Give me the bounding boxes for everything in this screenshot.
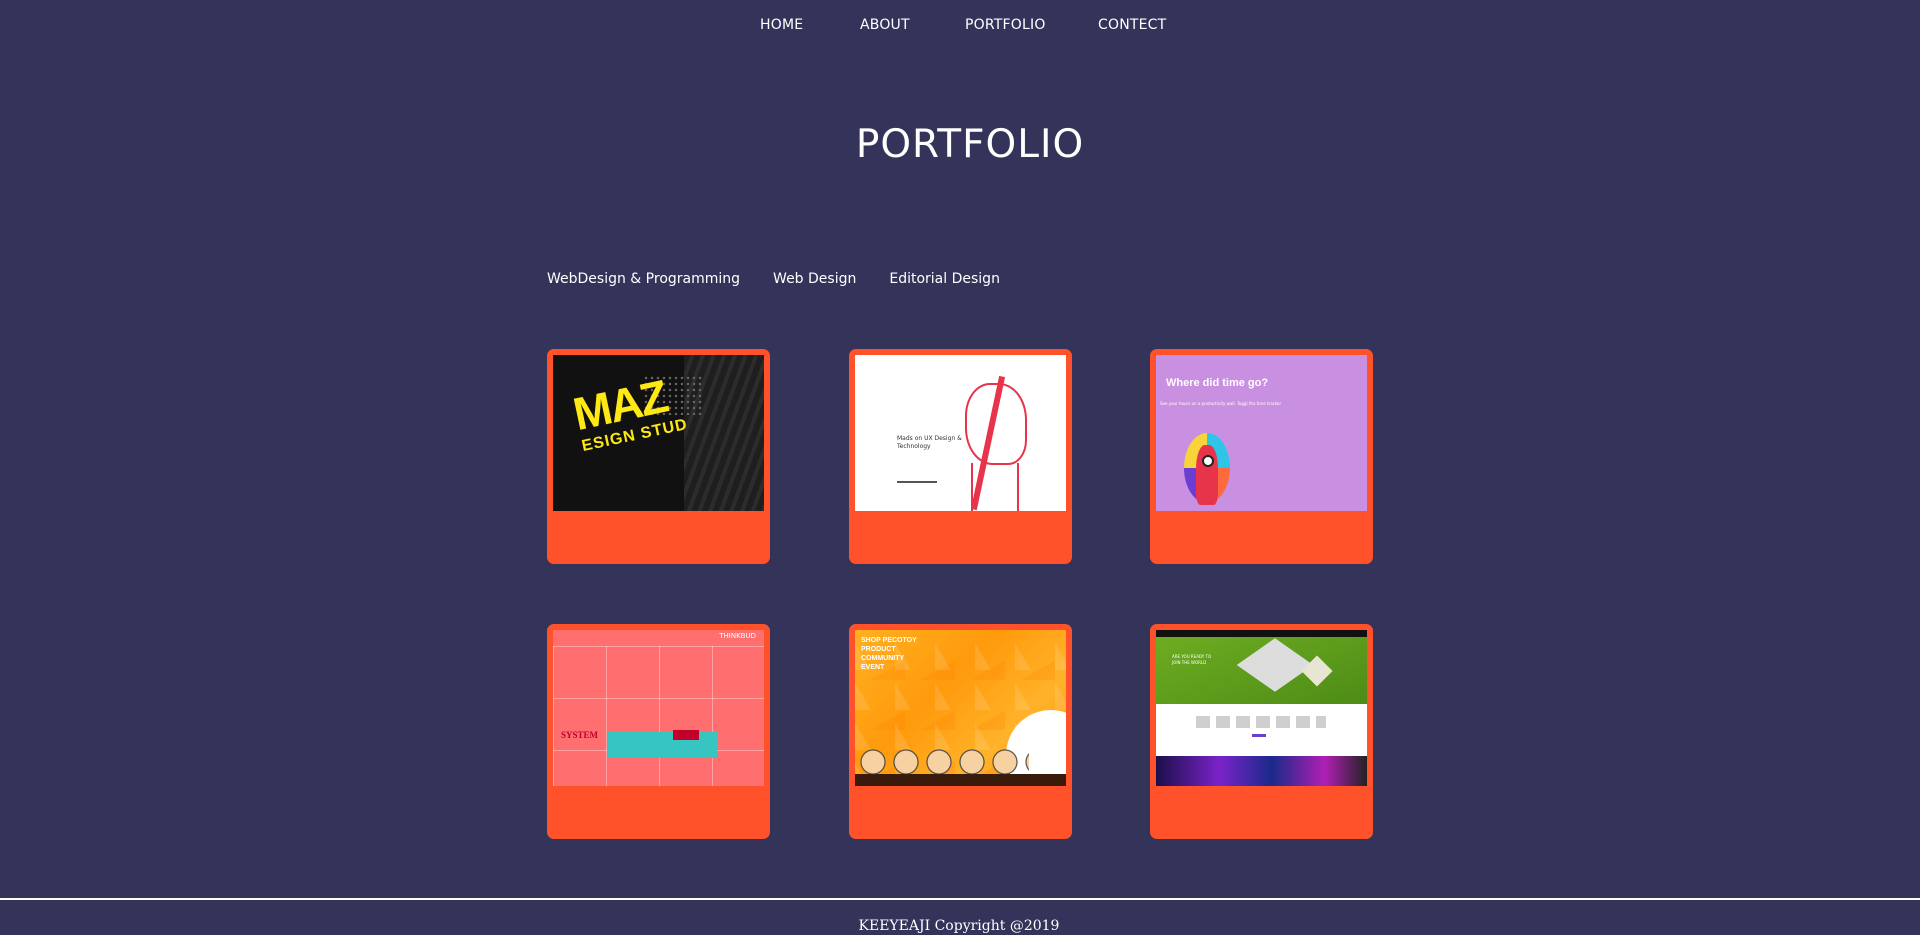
portfolio-thumbnail: MAZ ESIGN STUD: [553, 355, 764, 511]
neon-banner: [1156, 756, 1367, 786]
portfolio-thumbnail: Where did time go? See your hours on a p…: [1156, 355, 1367, 511]
site-header-bar: [1156, 630, 1367, 637]
thumb-subtitle: SYSTEM: [561, 730, 599, 740]
portfolio-thumbnail: SHOP PECOTOY PRODUCT COMMUNITY EVENT: [855, 630, 1066, 786]
filter-web-design[interactable]: Web Design: [773, 271, 856, 291]
portfolio-thumbnail: ARE YOU READY TO JOIN THE WORLD: [1156, 630, 1367, 786]
thumb-title: SHOP PECOTOY PRODUCT COMMUNITY EVENT: [861, 637, 917, 671]
nav-about-link[interactable]: ABOUT: [860, 17, 910, 33]
portfolio-card-time-go[interactable]: Where did time go? See your hours on a p…: [1150, 349, 1373, 564]
character-faces: [859, 748, 1029, 776]
filter-editorial-design[interactable]: Editorial Design: [889, 271, 1000, 291]
teal-banner: [607, 732, 717, 758]
mascot-illustration: [1196, 445, 1218, 505]
thumb-subtitle: See your hours on a productivity wall. T…: [1160, 401, 1282, 406]
portfolio-filter-bar: WebDesign & Programming Web Design Edito…: [547, 271, 1033, 291]
page-title: PORTFOLIO: [855, 122, 1085, 167]
mascot-eye: [1202, 455, 1214, 467]
progress-line: [897, 481, 937, 483]
thumb-title: ARE YOU READY TO JOIN THE WORLD: [1172, 654, 1212, 665]
top-nav: HOME ABOUT PORTFOLIO CONTECT: [0, 0, 1920, 52]
nav-contect-link[interactable]: CONTECT: [1098, 17, 1166, 33]
footer-divider: [0, 898, 1920, 900]
portfolio-thumbnail: THINKBUD SYSTEM: [553, 630, 764, 786]
portfolio-card-ux-design[interactable]: Mads on UX Design & Technology: [849, 349, 1072, 564]
nav-portfolio-link[interactable]: PORTFOLIO: [965, 17, 1046, 33]
portfolio-thumbnail: Mads on UX Design & Technology: [855, 355, 1066, 511]
portfolio-card-thinkbud[interactable]: THINKBUD SYSTEM: [547, 624, 770, 839]
portfolio-card-pecotoy[interactable]: SHOP PECOTOY PRODUCT COMMUNITY EVENT: [849, 624, 1072, 839]
thumb-title: Mads on UX Design & Technology: [897, 435, 962, 450]
nav-home-link[interactable]: HOME: [760, 17, 803, 33]
red-badge: [673, 730, 699, 740]
filter-webdesign-programming[interactable]: WebDesign & Programming: [547, 271, 740, 291]
footer-copyright: KEEYEAJI Copyright @2019: [858, 918, 1060, 934]
item-row: [1196, 716, 1326, 728]
thumb-title: Where did time go?: [1166, 377, 1269, 389]
portfolio-card-maz[interactable]: MAZ ESIGN STUD: [547, 349, 770, 564]
logo-grid: [553, 646, 764, 786]
portfolio-card-isometric[interactable]: ARE YOU READY TO JOIN THE WORLD: [1150, 624, 1373, 839]
purple-button: [1252, 734, 1266, 737]
thumb-title: THINKBUD: [719, 632, 756, 640]
